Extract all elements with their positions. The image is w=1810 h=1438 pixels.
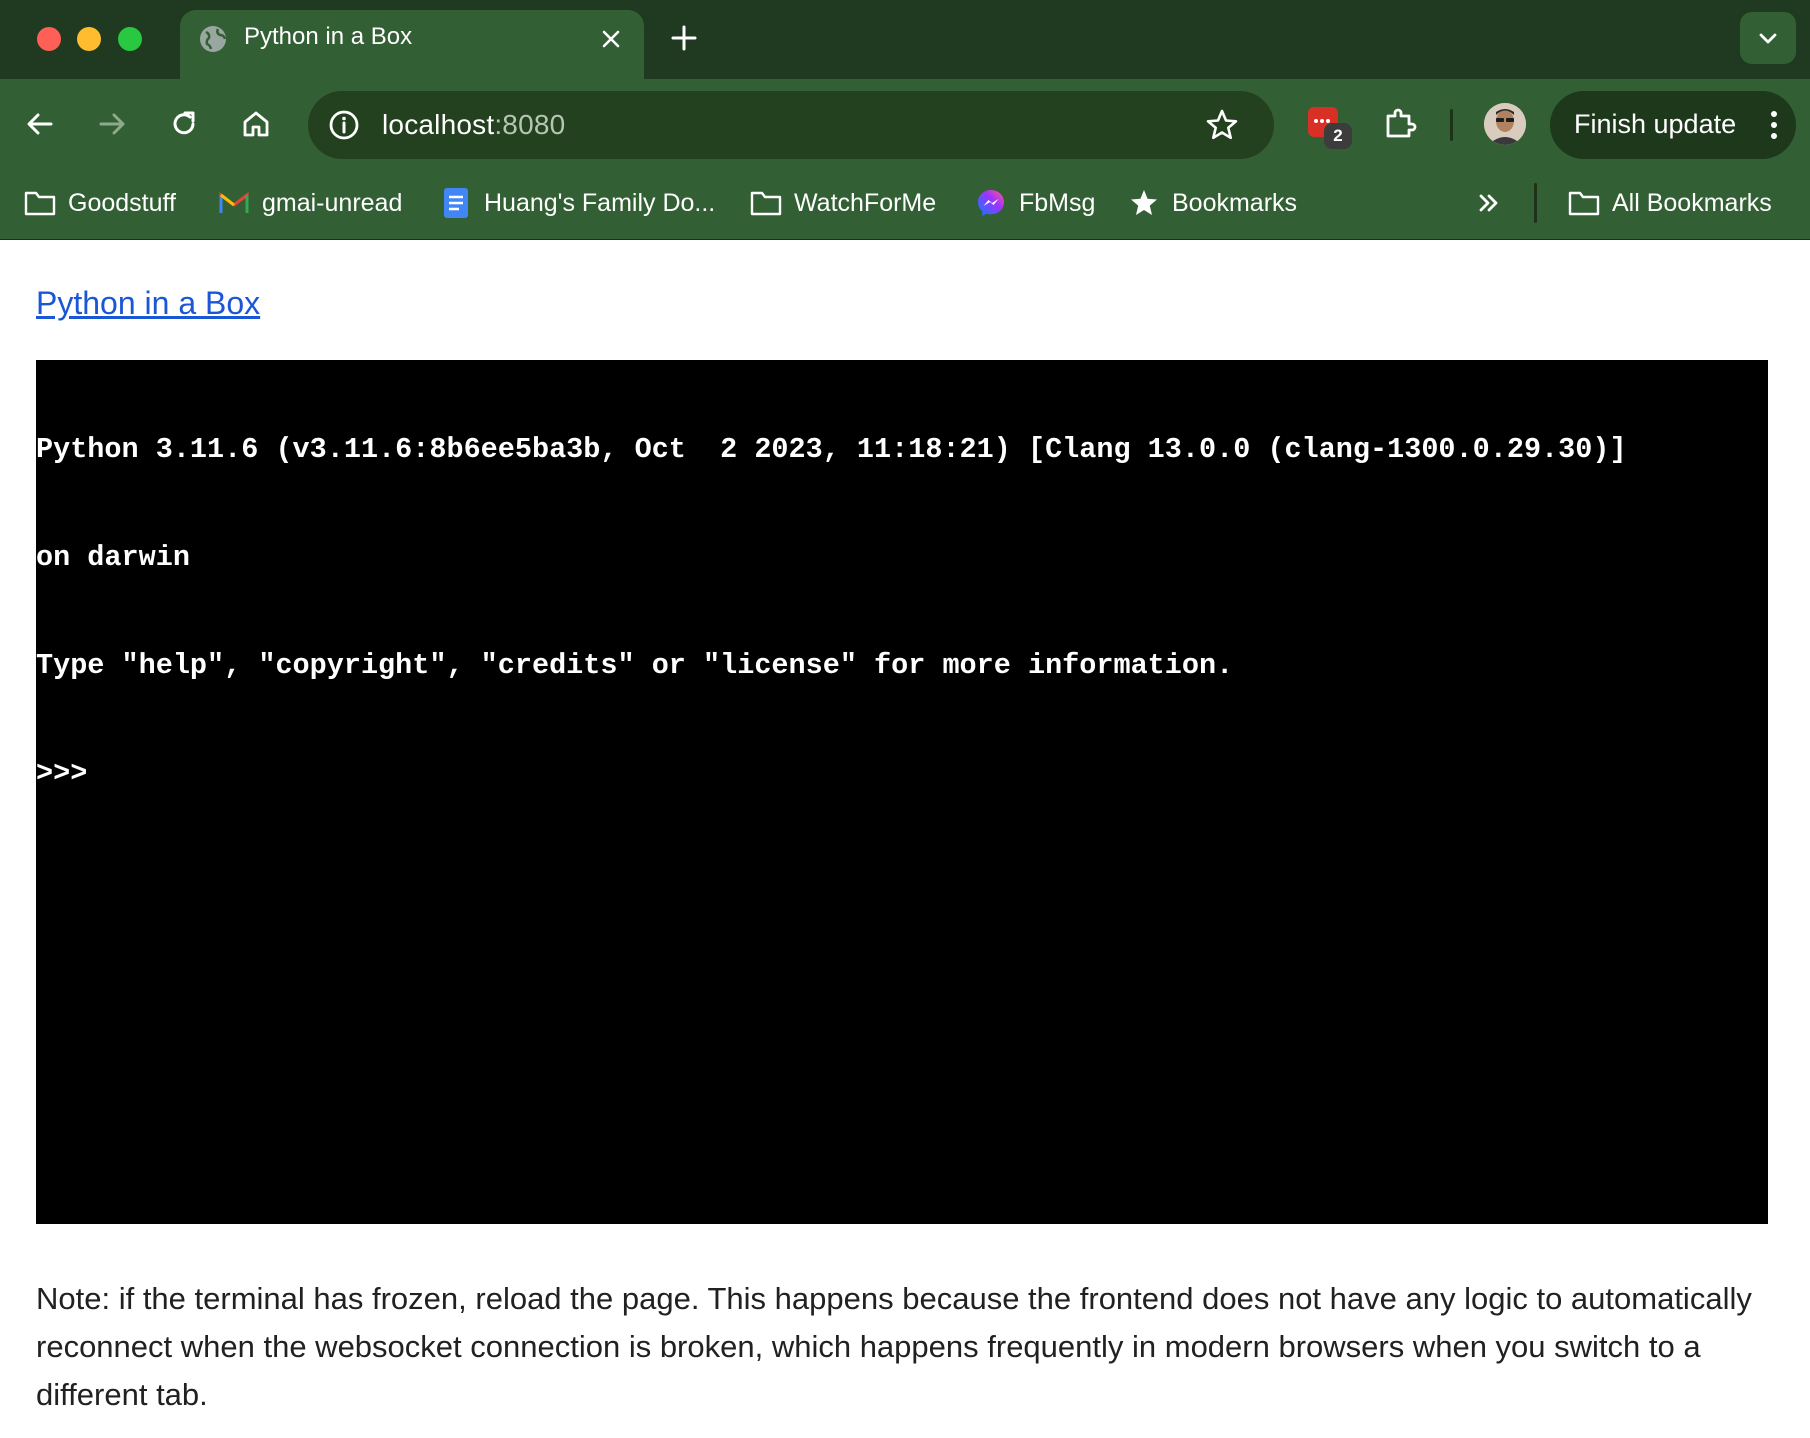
bookmark-label: gmai-unread	[262, 188, 403, 217]
bookmark-fbmsg[interactable]: FbMsg	[975, 183, 1095, 223]
new-tab-plus-icon[interactable]	[668, 22, 700, 54]
bookmark-label: Goodstuff	[68, 188, 176, 217]
all-bookmarks-label: All Bookmarks	[1612, 188, 1772, 217]
close-icon[interactable]	[596, 24, 626, 54]
extension-todo-icon[interactable]: 2	[1306, 103, 1352, 149]
toolbar-divider	[1450, 109, 1453, 141]
bookmark-gmai-unread[interactable]: gmai-unread	[218, 183, 402, 223]
star-icon	[1128, 187, 1160, 219]
reload-icon[interactable]	[164, 104, 204, 144]
page-title-link[interactable]: Python in a Box	[36, 285, 260, 322]
finish-update-button[interactable]: Finish update	[1550, 91, 1796, 159]
site-info-icon[interactable]	[326, 107, 362, 143]
url-host: localhost	[382, 109, 495, 140]
bookmark-huangs-family-docs[interactable]: Huang's Family Do...	[440, 183, 715, 223]
url-port: :8080	[494, 109, 566, 140]
extension-badge-count: 2	[1324, 123, 1352, 149]
folder-icon	[24, 187, 56, 219]
docs-icon	[440, 187, 472, 219]
tab-strip: Python in a Box	[0, 0, 1810, 79]
note-paragraph: Note: if the terminal has frozen, reload…	[36, 1281, 1752, 1412]
terminal-prompt: >>>	[36, 757, 105, 790]
bookmark-star-icon[interactable]	[1204, 107, 1240, 143]
kebab-menu-icon[interactable]	[1768, 109, 1780, 141]
minimize-window-button[interactable]	[77, 27, 101, 51]
bookmarks-divider	[1534, 183, 1537, 223]
finish-update-label: Finish update	[1574, 109, 1737, 139]
zoom-window-button[interactable]	[118, 27, 142, 51]
back-arrow-icon[interactable]	[20, 104, 60, 144]
bookmark-label: Huang's Family Do...	[484, 188, 716, 217]
extensions-puzzle-icon[interactable]	[1380, 103, 1420, 143]
messenger-icon	[975, 187, 1007, 219]
tab-python-in-a-box[interactable]: Python in a Box	[180, 10, 644, 79]
all-bookmarks-button[interactable]: All Bookmarks	[1568, 183, 1772, 223]
folder-icon	[750, 187, 782, 219]
profile-avatar[interactable]	[1484, 103, 1526, 145]
bookmark-goodstuff[interactable]: Goodstuff	[24, 183, 176, 223]
terminal[interactable]: Python 3.11.6 (v3.11.6:8b6ee5ba3b, Oct 2…	[36, 360, 1768, 1224]
url-text[interactable]: localhost:8080	[382, 109, 565, 141]
home-icon[interactable]	[236, 104, 276, 144]
gmail-icon	[218, 187, 250, 219]
bookmarks-bar: Goodstuff gmai-unread Huang's Family Do.…	[0, 169, 1810, 240]
folder-icon	[1568, 187, 1600, 219]
tab-search-chevron-down-icon[interactable]	[1740, 12, 1796, 64]
terminal-line: on darwin	[36, 541, 190, 574]
bookmark-watchforme[interactable]: WatchForMe	[750, 183, 936, 223]
address-bar[interactable]: localhost:8080	[308, 91, 1274, 159]
globe-icon	[198, 24, 228, 54]
bookmark-label: Bookmarks	[1172, 188, 1298, 217]
bookmarks-overflow-chevrons-icon[interactable]	[1474, 183, 1504, 223]
terminal-line: Python 3.11.6 (v3.11.6:8b6ee5ba3b, Oct 2…	[36, 433, 1627, 466]
bookmark-label: WatchForMe	[794, 188, 937, 217]
browser-toolbar: localhost:8080 2 Finish update	[0, 79, 1810, 169]
tab-title: Python in a Box	[244, 23, 413, 50]
terminal-line: Type "help", "copyright", "credits" or "…	[36, 649, 1234, 682]
forward-arrow-icon[interactable]	[92, 104, 132, 144]
bookmark-bookmarks[interactable]: Bookmarks	[1128, 183, 1297, 223]
close-window-button[interactable]	[37, 27, 61, 51]
bookmark-label: FbMsg	[1019, 188, 1096, 217]
